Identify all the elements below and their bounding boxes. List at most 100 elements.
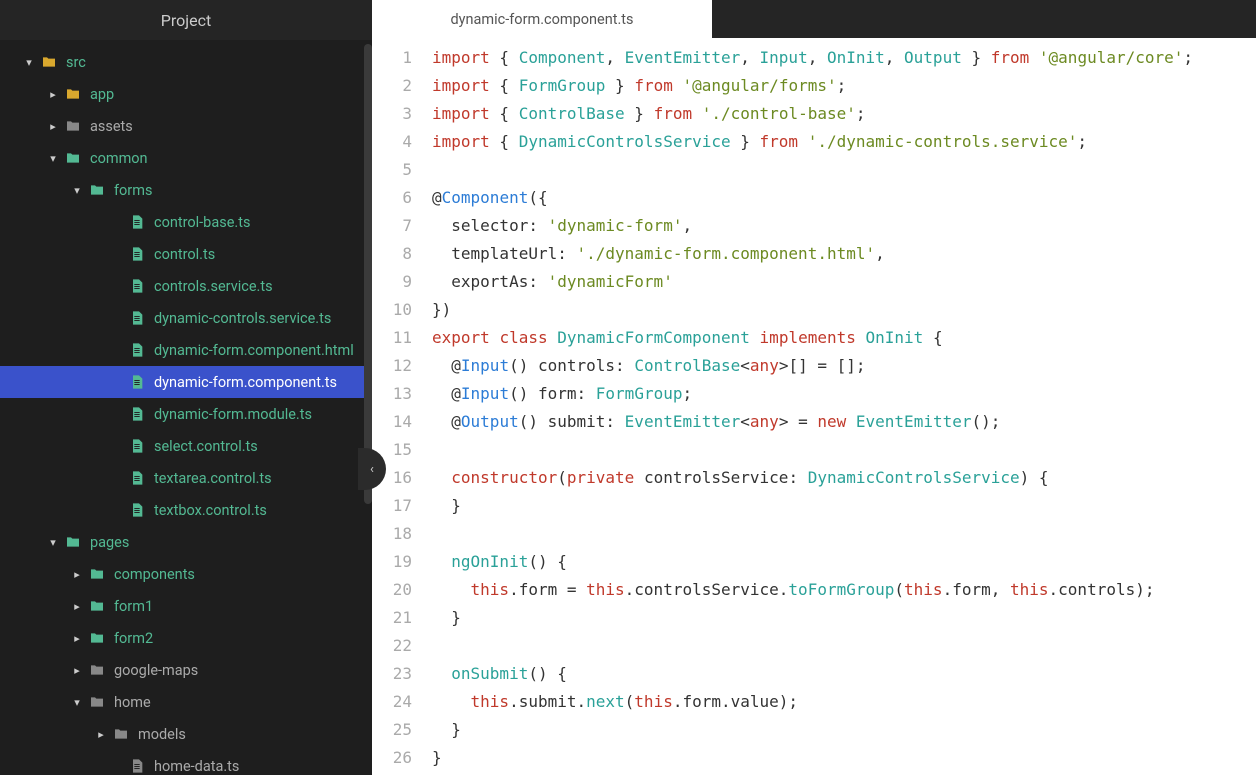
file-icon xyxy=(128,437,146,455)
code-line[interactable]: import { FormGroup } from '@angular/form… xyxy=(432,72,1256,100)
code-line[interactable]: } xyxy=(432,492,1256,520)
tree-folder[interactable]: ▸ form1 xyxy=(0,590,372,622)
code-area[interactable]: 1234567891011121314151617181920212223242… xyxy=(372,38,1256,775)
tree-file[interactable]: dynamic-form.module.ts xyxy=(0,398,372,430)
code-line[interactable]: @Output() submit: EventEmitter<any> = ne… xyxy=(432,408,1256,436)
tree-item-label: controls.service.ts xyxy=(154,278,273,295)
tree-file[interactable]: dynamic-controls.service.ts xyxy=(0,302,372,334)
line-number: 22 xyxy=(372,632,412,660)
code-line[interactable]: @Input() form: FormGroup; xyxy=(432,380,1256,408)
code-line[interactable]: } xyxy=(432,716,1256,744)
line-number: 9 xyxy=(372,268,412,296)
code-line[interactable]: @Input() controls: ControlBase<any>[] = … xyxy=(432,352,1256,380)
chevron-down-icon[interactable]: ▾ xyxy=(46,536,60,549)
tree-item-label: models xyxy=(138,726,186,743)
tree-folder[interactable]: ▾forms xyxy=(0,174,372,206)
chevron-down-icon[interactable]: ▾ xyxy=(70,184,84,197)
file-icon xyxy=(128,757,146,775)
chevron-right-icon[interactable]: ▸ xyxy=(70,632,84,645)
line-number: 6 xyxy=(372,184,412,212)
line-number: 5 xyxy=(372,156,412,184)
tree-folder[interactable]: ▾common xyxy=(0,142,372,174)
chevron-right-icon[interactable]: ▸ xyxy=(46,120,60,133)
tree-file[interactable]: select.control.ts xyxy=(0,430,372,462)
code-line[interactable]: exportAs: 'dynamicForm' xyxy=(432,268,1256,296)
code-line[interactable]: export class DynamicFormComponent implem… xyxy=(432,324,1256,352)
tree-folder[interactable]: ▸ assets xyxy=(0,110,372,142)
tree-item-label: form1 xyxy=(114,598,153,615)
code-line[interactable]: }) xyxy=(432,296,1256,324)
chevron-down-icon[interactable]: ▾ xyxy=(46,152,60,165)
code-line[interactable]: import { ControlBase } from './control-b… xyxy=(432,100,1256,128)
chevron-right-icon[interactable]: ▸ xyxy=(70,600,84,613)
code-line[interactable] xyxy=(432,436,1256,464)
tree-folder[interactable]: ▸app xyxy=(0,78,372,110)
editor-tab[interactable]: dynamic-form.component.ts xyxy=(372,0,712,38)
folder-icon xyxy=(88,693,106,711)
folder-icon xyxy=(88,661,106,679)
file-icon xyxy=(128,405,146,423)
file-icon xyxy=(128,469,146,487)
file-icon xyxy=(128,213,146,231)
tree-folder[interactable]: ▾src xyxy=(0,46,372,78)
code-line[interactable]: } xyxy=(432,604,1256,632)
code-line[interactable]: } xyxy=(432,744,1256,772)
code-line[interactable]: import { DynamicControlsService } from '… xyxy=(432,128,1256,156)
code-line[interactable]: templateUrl: './dynamic-form.component.h… xyxy=(432,240,1256,268)
code-line[interactable]: constructor(private controlsService: Dyn… xyxy=(432,464,1256,492)
tree-item-label: textarea.control.ts xyxy=(154,470,272,487)
tree-folder[interactable]: ▾home xyxy=(0,686,372,718)
code-line[interactable]: this.submit.next(this.form.value); xyxy=(432,688,1256,716)
code-line[interactable] xyxy=(432,632,1256,660)
tree-file[interactable]: home-data.ts xyxy=(0,750,372,775)
tree-item-label: pages xyxy=(90,534,129,551)
line-number: 23 xyxy=(372,660,412,688)
tree-folder[interactable]: ▸google-maps xyxy=(0,654,372,686)
tree-file[interactable]: controls.service.ts xyxy=(0,270,372,302)
code-content[interactable]: import { Component, EventEmitter, Input,… xyxy=(426,38,1256,775)
tree-folder[interactable]: ▸form2 xyxy=(0,622,372,654)
code-line[interactable]: selector: 'dynamic-form', xyxy=(432,212,1256,240)
sidebar-scrollbar[interactable] xyxy=(364,44,372,504)
code-line[interactable]: onSubmit() { xyxy=(432,660,1256,688)
code-line[interactable] xyxy=(432,520,1256,548)
chevron-down-icon[interactable]: ▾ xyxy=(22,56,36,69)
line-number: 18 xyxy=(372,520,412,548)
chevron-down-icon[interactable]: ▾ xyxy=(70,696,84,709)
tree-folder[interactable]: ▾ pages xyxy=(0,526,372,558)
file-icon xyxy=(128,501,146,519)
tree-file[interactable]: textarea.control.ts xyxy=(0,462,372,494)
line-number: 25 xyxy=(372,716,412,744)
tree-file[interactable]: control-base.ts xyxy=(0,206,372,238)
tree-item-label: components xyxy=(114,566,195,583)
tree-file[interactable]: control.ts xyxy=(0,238,372,270)
line-number: 14 xyxy=(372,408,412,436)
project-sidebar: Project ▾src▸app▸assets▾common▾formscont… xyxy=(0,0,372,775)
tree-item-label: control-base.ts xyxy=(154,214,250,231)
file-tree[interactable]: ▾src▸app▸assets▾common▾formscontrol-base… xyxy=(0,40,372,775)
tree-item-label: dynamic-form.module.ts xyxy=(154,406,312,423)
chevron-right-icon[interactable]: ▸ xyxy=(70,568,84,581)
tree-item-label: assets xyxy=(90,118,133,135)
line-number-gutter: 1234567891011121314151617181920212223242… xyxy=(372,38,426,775)
chevron-right-icon[interactable]: ▸ xyxy=(46,88,60,101)
folder-icon xyxy=(88,181,106,199)
code-line[interactable] xyxy=(432,156,1256,184)
tree-item-label: home-data.ts xyxy=(154,758,239,775)
folder-icon xyxy=(40,53,58,71)
tree-file[interactable]: dynamic-form.component.html xyxy=(0,334,372,366)
code-line[interactable]: ngOnInit() { xyxy=(432,548,1256,576)
code-line[interactable]: this.form = this.controlsService.toFormG… xyxy=(432,576,1256,604)
tree-file[interactable]: dynamic-form.component.ts xyxy=(0,366,372,398)
tree-item-label: dynamic-form.component.ts xyxy=(154,374,337,391)
tree-item-label: textbox.control.ts xyxy=(154,502,267,519)
line-number: 11 xyxy=(372,324,412,352)
code-line[interactable]: @Component({ xyxy=(432,184,1256,212)
tree-file[interactable]: textbox.control.ts xyxy=(0,494,372,526)
chevron-right-icon[interactable]: ▸ xyxy=(70,664,84,677)
tree-folder[interactable]: ▸ components xyxy=(0,558,372,590)
code-line[interactable]: import { Component, EventEmitter, Input,… xyxy=(432,44,1256,72)
chevron-right-icon[interactable]: ▸ xyxy=(94,728,108,741)
tree-folder[interactable]: ▸ models xyxy=(0,718,372,750)
folder-icon xyxy=(88,629,106,647)
